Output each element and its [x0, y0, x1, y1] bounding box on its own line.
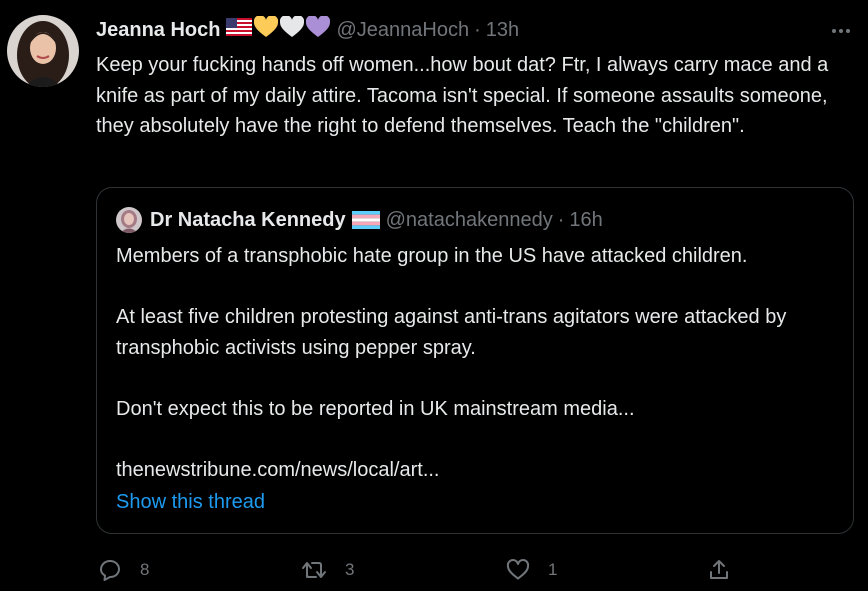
quote-timestamp: 16h [569, 208, 603, 231]
quote-link-text: thenewstribune.com/news/local/art... [116, 458, 440, 481]
quoted-tweet[interactable]: Dr Natacha Kennedy @natachakennedy · 16h… [96, 187, 854, 534]
tweet-timestamp[interactable]: 13h [486, 19, 519, 42]
retweet-button[interactable]: 3 [301, 556, 354, 584]
heart-icon [506, 558, 530, 582]
quote-header: Dr Natacha Kennedy @natachakennedy · 16h [116, 206, 603, 234]
retweet-icon [301, 558, 327, 582]
white-heart-icon [280, 15, 305, 44]
author-handle[interactable]: @JeannaHoch [336, 19, 469, 42]
like-count: 1 [548, 560, 558, 579]
separator-dot: · [474, 18, 481, 41]
share-button[interactable] [707, 556, 731, 584]
like-button[interactable]: 1 [506, 556, 557, 584]
author-name[interactable]: Jeanna Hoch [96, 19, 220, 42]
quote-paragraph: Don't expect this to be reported in UK m… [116, 397, 635, 420]
flag-us-icon [226, 18, 253, 42]
author-emojis [226, 15, 331, 44]
reply-count: 8 [140, 560, 150, 579]
share-icon [707, 558, 731, 582]
reply-button[interactable]: 8 [98, 556, 149, 584]
reply-icon [98, 558, 122, 582]
tweet-header: Jeanna Hoch @JeannaHoch · 13h [96, 15, 519, 44]
more-options-button[interactable] [830, 20, 852, 40]
yellow-heart-icon [254, 15, 279, 44]
quote-separator-dot: · [557, 208, 565, 231]
quote-paragraph: Members of a transphobic hate group in t… [116, 245, 748, 267]
tweet-text: Keep your fucking hands off women...how … [96, 54, 829, 137]
show-thread-link[interactable]: Show this thread [116, 488, 265, 516]
tweet-actions: 8 3 1 [96, 556, 836, 584]
more-icon [831, 21, 851, 39]
quote-body: Members of a transphobic hate group in t… [116, 241, 836, 485]
transgender-flag-icon [351, 211, 380, 229]
author-avatar[interactable] [7, 15, 79, 87]
quote-paragraph: At least five children protesting agains… [116, 306, 787, 359]
quote-author-avatar [116, 207, 142, 233]
quote-author-name: Dr Natacha Kennedy [150, 208, 346, 231]
purple-heart-icon [306, 15, 331, 44]
retweet-count: 3 [345, 560, 355, 579]
quote-author-handle: @natachakennedy [385, 208, 553, 231]
